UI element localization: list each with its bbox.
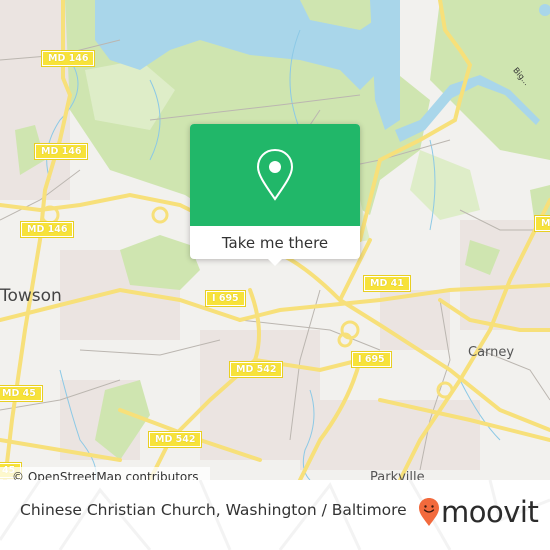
popup-header bbox=[190, 124, 360, 226]
road-shield-edge: M bbox=[533, 215, 550, 232]
place-label-carney: Carney bbox=[468, 345, 515, 360]
take-me-there-button[interactable]: Take me there bbox=[190, 226, 360, 259]
popup-pointer bbox=[268, 259, 282, 266]
road-shield-md542: MD 542 bbox=[147, 431, 203, 448]
road-shield-md542: MD 542 bbox=[228, 361, 284, 378]
road-shield-md146: MD 146 bbox=[33, 143, 89, 160]
road-shield-md146: MD 146 bbox=[40, 50, 96, 67]
map-attribution[interactable]: © OpenStreetMap contributors bbox=[0, 467, 211, 480]
moovit-logo[interactable]: moovit bbox=[418, 495, 539, 529]
road-shield-i695: I 695 bbox=[205, 290, 246, 307]
footer: Chinese Christian Church, Washington / B… bbox=[0, 480, 550, 550]
road-shield-md45: MD 45 bbox=[0, 385, 43, 402]
place-label-towson: Towson bbox=[0, 286, 62, 306]
place-title: Chinese Christian Church, Washington / B… bbox=[20, 501, 407, 519]
place-label-parkville: Parkville bbox=[370, 470, 425, 480]
moovit-wordmark: moovit bbox=[441, 495, 539, 529]
road-shield-md146: MD 146 bbox=[19, 221, 75, 238]
moovit-pin-icon bbox=[419, 498, 439, 526]
location-popup: Take me there bbox=[190, 124, 360, 266]
road-shield-md41: MD 41 bbox=[363, 275, 411, 292]
map[interactable]: MD 146 MD 146 MD 146 MD 45 45 I 695 I 69… bbox=[0, 0, 550, 480]
road-shield-i695: I 695 bbox=[351, 351, 392, 368]
map-pin-icon bbox=[256, 148, 294, 201]
